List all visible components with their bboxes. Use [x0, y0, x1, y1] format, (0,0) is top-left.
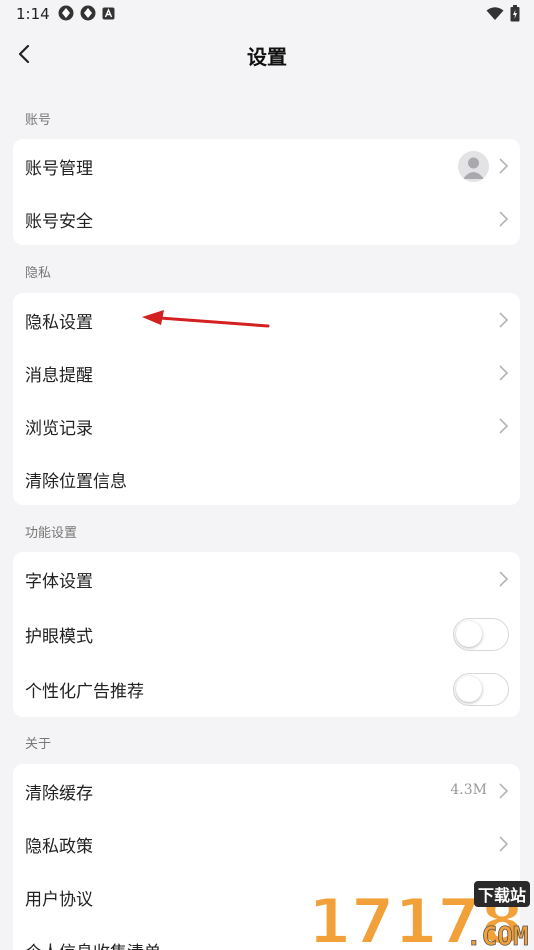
watermark-domain: .COM — [466, 922, 529, 950]
personalized-ads-row: 个性化广告推荐 — [13, 662, 520, 717]
chevron-right-icon — [499, 211, 509, 227]
account-card: 账号管理 账号安全 — [13, 139, 520, 245]
chevron-right-icon — [499, 571, 509, 587]
row-label: 护眼模式 — [25, 627, 93, 647]
watermark-badge: 下载站 — [478, 886, 526, 905]
toggle-knob — [456, 621, 482, 647]
row-label: 账号安全 — [25, 212, 93, 232]
app-icon — [58, 5, 74, 21]
header: 设置 — [0, 28, 534, 80]
account-management-row[interactable]: 账号管理 — [13, 139, 520, 192]
chevron-right-icon — [499, 158, 509, 174]
status-time: 1:14 — [16, 5, 50, 23]
status-notification-icons — [58, 5, 115, 21]
row-label: 账号管理 — [25, 159, 93, 179]
row-label: 个性化广告推荐 — [25, 682, 144, 702]
section-label-about: 关于 — [25, 737, 52, 752]
page-title: 设置 — [247, 45, 287, 69]
section-label-account: 账号 — [25, 113, 52, 128]
message-reminder-row[interactable]: 消息提醒 — [13, 346, 520, 399]
watermark: 17178 下载站 .COM — [304, 875, 534, 950]
row-label: 个人信息收集清单 — [25, 938, 161, 950]
row-label: 字体设置 — [25, 572, 93, 592]
battery-icon — [510, 5, 520, 22]
chevron-right-icon — [499, 418, 509, 434]
chevron-right-icon — [499, 312, 509, 328]
clear-location-row[interactable]: 清除位置信息 — [13, 452, 520, 505]
chevron-right-icon — [499, 365, 509, 381]
cache-size-value: 4.3M — [450, 782, 487, 798]
app-icon — [80, 5, 96, 21]
clear-cache-row[interactable]: 清除缓存 4.3M — [13, 764, 520, 817]
row-label: 用户协议 — [25, 890, 93, 910]
section-label-features: 功能设置 — [25, 526, 78, 541]
privacy-policy-row[interactable]: 隐私政策 — [13, 817, 520, 870]
status-system-icons — [486, 5, 520, 22]
row-label: 浏览记录 — [25, 419, 93, 439]
row-label: 隐私政策 — [25, 837, 93, 857]
chevron-right-icon — [499, 836, 509, 852]
section-label-privacy: 隐私 — [25, 266, 52, 281]
annotation-arrow-icon — [142, 310, 270, 328]
status-bar: 1:14 — [0, 0, 534, 28]
watermark-logo-icon: 17178 下载站 .COM — [307, 881, 530, 950]
font-settings-row[interactable]: 字体设置 — [13, 552, 520, 607]
row-label: 隐私设置 — [25, 313, 93, 333]
a-icon — [102, 7, 115, 19]
eye-protection-row: 护眼模式 — [13, 607, 520, 662]
row-label: 清除位置信息 — [25, 472, 127, 492]
row-label: 消息提醒 — [25, 366, 93, 386]
personalized-ads-toggle[interactable] — [453, 673, 509, 706]
wifi-icon — [486, 6, 504, 20]
chevron-right-icon — [499, 783, 509, 799]
eye-protection-toggle[interactable] — [453, 618, 509, 651]
toggle-knob — [456, 676, 482, 702]
account-security-row[interactable]: 账号安全 — [13, 192, 520, 245]
avatar — [458, 151, 489, 182]
features-card: 字体设置 护眼模式 个性化广告推荐 — [13, 552, 520, 717]
browse-history-row[interactable]: 浏览记录 — [13, 399, 520, 452]
row-label: 清除缓存 — [25, 784, 93, 804]
default-avatar-icon — [463, 157, 484, 179]
